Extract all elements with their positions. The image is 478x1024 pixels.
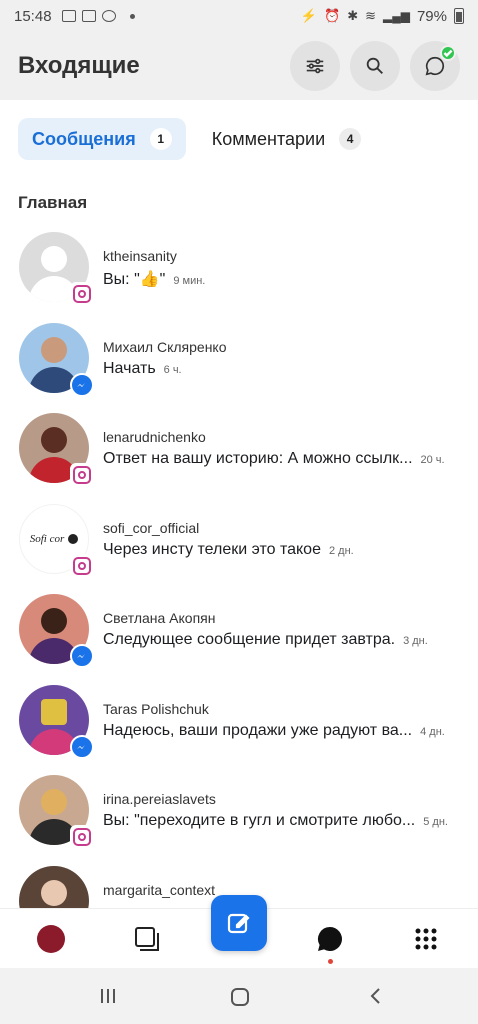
signal-icon: ▂▄▆ bbox=[383, 9, 410, 23]
back-icon bbox=[370, 988, 380, 1004]
instagram-icon bbox=[70, 553, 94, 578]
contact-name: irina.pereiaslavets bbox=[103, 791, 216, 807]
instagram-icon bbox=[70, 282, 94, 306]
app-header: Входящие bbox=[0, 32, 478, 100]
tab-count-badge: 1 bbox=[149, 128, 172, 150]
profile-avatar-button[interactable] bbox=[37, 925, 65, 953]
contact-name: Taras Polishchuk bbox=[103, 700, 209, 717]
tab-count-badge: 4 bbox=[339, 128, 362, 150]
messenger-icon bbox=[70, 372, 94, 397]
pages-icon bbox=[135, 927, 159, 951]
tab-messages[interactable]: Сообщения 1 bbox=[18, 118, 186, 160]
back-button[interactable] bbox=[366, 986, 386, 1011]
message-time: 3 дн. bbox=[403, 635, 428, 647]
nav-pages-button[interactable] bbox=[131, 923, 163, 955]
home-button[interactable] bbox=[229, 986, 251, 1013]
message-preview: Следующее сообщение придет завтра. bbox=[103, 631, 396, 648]
home-icon bbox=[231, 988, 249, 1006]
nav-inbox-button[interactable] bbox=[314, 923, 346, 955]
chat-bubble-filled-icon bbox=[317, 927, 342, 951]
filter-button[interactable] bbox=[290, 41, 340, 91]
conversation-item[interactable]: ktheinsanity Вы: "👍" 9 мин. bbox=[0, 230, 478, 321]
message-time: 4 дн. bbox=[420, 725, 445, 738]
message-preview: Вы: "👍" bbox=[103, 271, 166, 288]
messenger-icon bbox=[70, 734, 94, 759]
bottom-nav bbox=[0, 895, 478, 968]
search-icon bbox=[366, 57, 383, 74]
conversation-item[interactable]: Sofi cor sofi_cor_official Через инсту т… bbox=[0, 502, 478, 593]
instagram-icon bbox=[70, 825, 94, 849]
compose-icon bbox=[227, 913, 250, 934]
message-time: 20 ч. bbox=[420, 454, 445, 466]
contact-name: ktheinsanity bbox=[103, 248, 177, 264]
messenger-icon bbox=[70, 644, 94, 668]
mute-icon: ⚡ bbox=[300, 8, 317, 23]
avatar-logo-text: Sofi cor bbox=[29, 532, 65, 545]
battery-percent: 79% bbox=[416, 7, 447, 25]
message-preview: Вы: "переходите в гугл и смотрите любо..… bbox=[103, 812, 416, 829]
conversation-item[interactable]: Светлана Акопян Следующее сообщение прид… bbox=[0, 592, 478, 683]
tab-comments[interactable]: Комментарии 4 bbox=[198, 118, 375, 160]
image-notification-icon bbox=[61, 10, 76, 22]
contact-name: lenarudnichenko bbox=[103, 429, 206, 445]
search-button[interactable] bbox=[350, 41, 400, 91]
compose-button[interactable] bbox=[211, 895, 267, 951]
recent-apps-icon bbox=[101, 989, 115, 1003]
contact-name: margarita_context bbox=[103, 881, 216, 898]
grid-menu-icon bbox=[415, 928, 437, 950]
viber-notification-icon bbox=[101, 10, 116, 22]
conversation-item[interactable]: Taras Polishchuk Надеюсь, ваши продажи у… bbox=[0, 683, 478, 774]
status-bar: 15:48 ⚡ ⏰ ✱ ≋ ▂▄▆ 79% bbox=[0, 0, 478, 32]
message-time: 9 мин. bbox=[173, 275, 206, 287]
recent-apps-button[interactable] bbox=[98, 986, 118, 1011]
conversation-list: ktheinsanity Вы: "👍" 9 мин. Михаил Скляре… bbox=[0, 230, 478, 954]
nav-menu-button[interactable] bbox=[410, 923, 442, 955]
message-preview: Надеюсь, ваши продажи уже радуют ва... bbox=[103, 721, 413, 739]
more-notifications-icon bbox=[129, 13, 135, 19]
filter-icon bbox=[306, 58, 324, 74]
conversation-item[interactable]: lenarudnichenko Ответ на вашу историю: А… bbox=[0, 411, 478, 502]
section-title: Главная bbox=[18, 193, 88, 212]
status-button[interactable] bbox=[410, 41, 460, 91]
message-preview: Начать bbox=[103, 359, 156, 377]
message-preview: Через инсту телеки это такое bbox=[103, 540, 321, 558]
message-time: 5 дн. bbox=[423, 816, 448, 828]
online-check-icon bbox=[440, 45, 456, 61]
contact-name: sofi_cor_official bbox=[103, 519, 200, 536]
contact-name: Михаил Скляренко bbox=[103, 338, 227, 355]
conversation-item[interactable]: irina.pereiaslavets Вы: "переходите в гу… bbox=[0, 773, 478, 864]
status-time: 15:48 bbox=[14, 7, 52, 25]
mail-notification-icon bbox=[81, 10, 96, 22]
alarm-icon: ⏰ bbox=[324, 8, 341, 23]
contact-name: Светлана Акопян bbox=[103, 610, 216, 626]
inbox-tabs: Сообщения 1 Комментарии 4 bbox=[18, 118, 375, 160]
message-preview: Ответ на вашу историю: А можно ссылк... bbox=[103, 450, 413, 467]
wifi-icon: ≋ bbox=[365, 8, 376, 23]
bluetooth-icon: ✱ bbox=[347, 8, 359, 23]
message-time: 6 ч. bbox=[163, 363, 182, 376]
conversation-item[interactable]: Михаил Скляренко Начать 6 ч. bbox=[0, 321, 478, 412]
message-time: 2 дн. bbox=[328, 544, 354, 557]
instagram-icon bbox=[70, 463, 94, 487]
battery-icon bbox=[454, 8, 464, 24]
tab-label: Сообщения bbox=[32, 128, 136, 149]
notification-icons bbox=[61, 10, 135, 22]
unread-indicator bbox=[328, 959, 333, 964]
page-title: Входящие bbox=[18, 52, 140, 79]
system-nav-bar bbox=[0, 968, 478, 1024]
tab-label: Комментарии bbox=[211, 128, 326, 149]
